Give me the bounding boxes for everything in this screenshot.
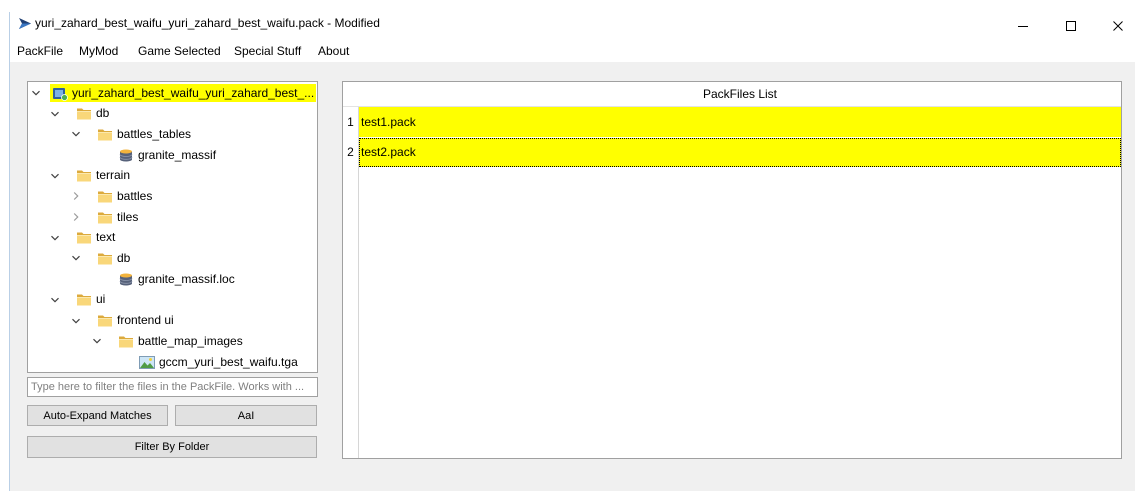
- image-icon: [139, 355, 155, 370]
- menu-item-special-stuff[interactable]: Special Stuff: [234, 43, 301, 59]
- filter-by-folder-button[interactable]: Filter By Folder: [27, 436, 317, 458]
- packfile-icon: [52, 86, 68, 101]
- tree-item[interactable]: db: [28, 103, 317, 124]
- tree-item[interactable]: granite_massif.loc: [28, 269, 317, 290]
- tree-item[interactable]: battles_tables: [28, 124, 317, 145]
- chevron-down-icon[interactable]: [71, 253, 81, 263]
- rpfm-app-icon: [18, 16, 33, 31]
- menu-item-packfile[interactable]: PackFile: [17, 43, 63, 59]
- main-area: yuri_zahard_best_waifu_yuri_zahard_best_…: [10, 62, 1135, 491]
- database-icon: [118, 272, 134, 287]
- title-bar[interactable]: yuri_zahard_best_waifu_yuri_zahard_best_…: [10, 12, 1135, 39]
- tree-item[interactable]: frontend ui: [28, 310, 317, 331]
- tree-item-label: granite_massif.loc: [138, 271, 235, 286]
- minimize-button[interactable]: [1008, 12, 1038, 39]
- menu-item-game-selected[interactable]: Game Selected: [138, 43, 221, 59]
- database-icon: [118, 148, 134, 163]
- tree-item[interactable]: gccm_yuri_best_waifu.tga: [28, 352, 317, 372]
- tree-item[interactable]: battle_map_images: [28, 331, 317, 352]
- folder-icon: [76, 230, 92, 245]
- tree-item-label: granite_massif: [138, 147, 217, 162]
- folder-icon: [97, 251, 113, 266]
- chevron-down-icon[interactable]: [31, 88, 41, 98]
- tree-item[interactable]: tiles: [28, 207, 317, 228]
- window-title: yuri_zahard_best_waifu_yuri_zahard_best_…: [35, 16, 380, 30]
- tree-item[interactable]: db: [28, 248, 317, 269]
- chevron-right-icon[interactable]: [71, 212, 81, 222]
- table-corner: [343, 82, 359, 107]
- chevron-down-icon[interactable]: [50, 109, 60, 119]
- row-number[interactable]: 2: [343, 138, 358, 167]
- tree-item[interactable]: text: [28, 227, 317, 248]
- menu-item-mymod[interactable]: MyMod: [79, 43, 118, 59]
- tree-item-label: db: [96, 106, 110, 121]
- chevron-down-icon[interactable]: [92, 336, 102, 346]
- tree-item-label: db: [117, 251, 131, 266]
- row-number[interactable]: 1: [343, 107, 358, 137]
- chevron-down-icon[interactable]: [50, 295, 60, 305]
- column-header[interactable]: PackFiles List: [359, 82, 1121, 107]
- tree-item-label: ui: [96, 292, 106, 307]
- tree-item-label: gccm_yuri_best_waifu.tga: [159, 354, 298, 369]
- packfile-name: test1.pack: [361, 115, 416, 129]
- tree-item-label: yuri_zahard_best_waifu_yuri_zahard_best_…: [72, 85, 315, 100]
- tree-item[interactable]: granite_massif: [28, 145, 317, 166]
- tree-item-label: frontend ui: [117, 313, 174, 328]
- table-row[interactable]: test1.pack: [359, 107, 1121, 137]
- packfile-tree[interactable]: yuri_zahard_best_waifu_yuri_zahard_best_…: [27, 81, 318, 373]
- tree-item-label: tiles: [117, 209, 139, 224]
- tree-item[interactable]: battles: [28, 186, 317, 207]
- tree-item-label: terrain: [96, 168, 131, 183]
- tree-item[interactable]: terrain: [28, 165, 317, 186]
- tree-item-label: battle_map_images: [138, 333, 243, 348]
- folder-icon: [97, 210, 113, 225]
- minimize-icon: [1018, 25, 1028, 27]
- filter-input[interactable]: [27, 377, 318, 397]
- folder-icon: [97, 313, 113, 328]
- packfile-name: test2.pack: [361, 145, 416, 159]
- folder-icon: [76, 168, 92, 183]
- auto-expand-matches-button[interactable]: Auto-Expand Matches: [27, 405, 168, 426]
- tree-item[interactable]: ui: [28, 289, 317, 310]
- menu-item-about[interactable]: About: [318, 43, 349, 59]
- maximize-button[interactable]: [1056, 12, 1086, 39]
- folder-icon: [97, 127, 113, 142]
- tree-item-label: battles_tables: [117, 126, 192, 141]
- chevron-down-icon[interactable]: [50, 233, 60, 243]
- folder-icon: [97, 189, 113, 204]
- chevron-down-icon[interactable]: [71, 129, 81, 139]
- packfiles-list-table[interactable]: PackFiles List 1 2 test1.pack test2.pack: [342, 81, 1122, 459]
- table-row[interactable]: test2.pack: [359, 138, 1121, 167]
- close-button[interactable]: [1103, 12, 1133, 39]
- tree-item-label: battles: [117, 189, 153, 204]
- chevron-right-icon[interactable]: [71, 191, 81, 201]
- folder-icon: [76, 292, 92, 307]
- menu-bar: PackFile MyMod Game Selected Special Stu…: [10, 39, 1135, 62]
- folder-icon: [118, 334, 134, 349]
- case-sensitive-button[interactable]: AaI: [175, 405, 317, 426]
- chevron-down-icon[interactable]: [50, 171, 60, 181]
- chevron-down-icon[interactable]: [71, 316, 81, 326]
- folder-icon: [76, 106, 92, 121]
- maximize-icon: [1066, 20, 1076, 31]
- tree-item-packfile[interactable]: yuri_zahard_best_waifu_yuri_zahard_best_…: [28, 83, 317, 104]
- close-icon: [1113, 20, 1123, 31]
- tree-item-label: text: [96, 230, 116, 245]
